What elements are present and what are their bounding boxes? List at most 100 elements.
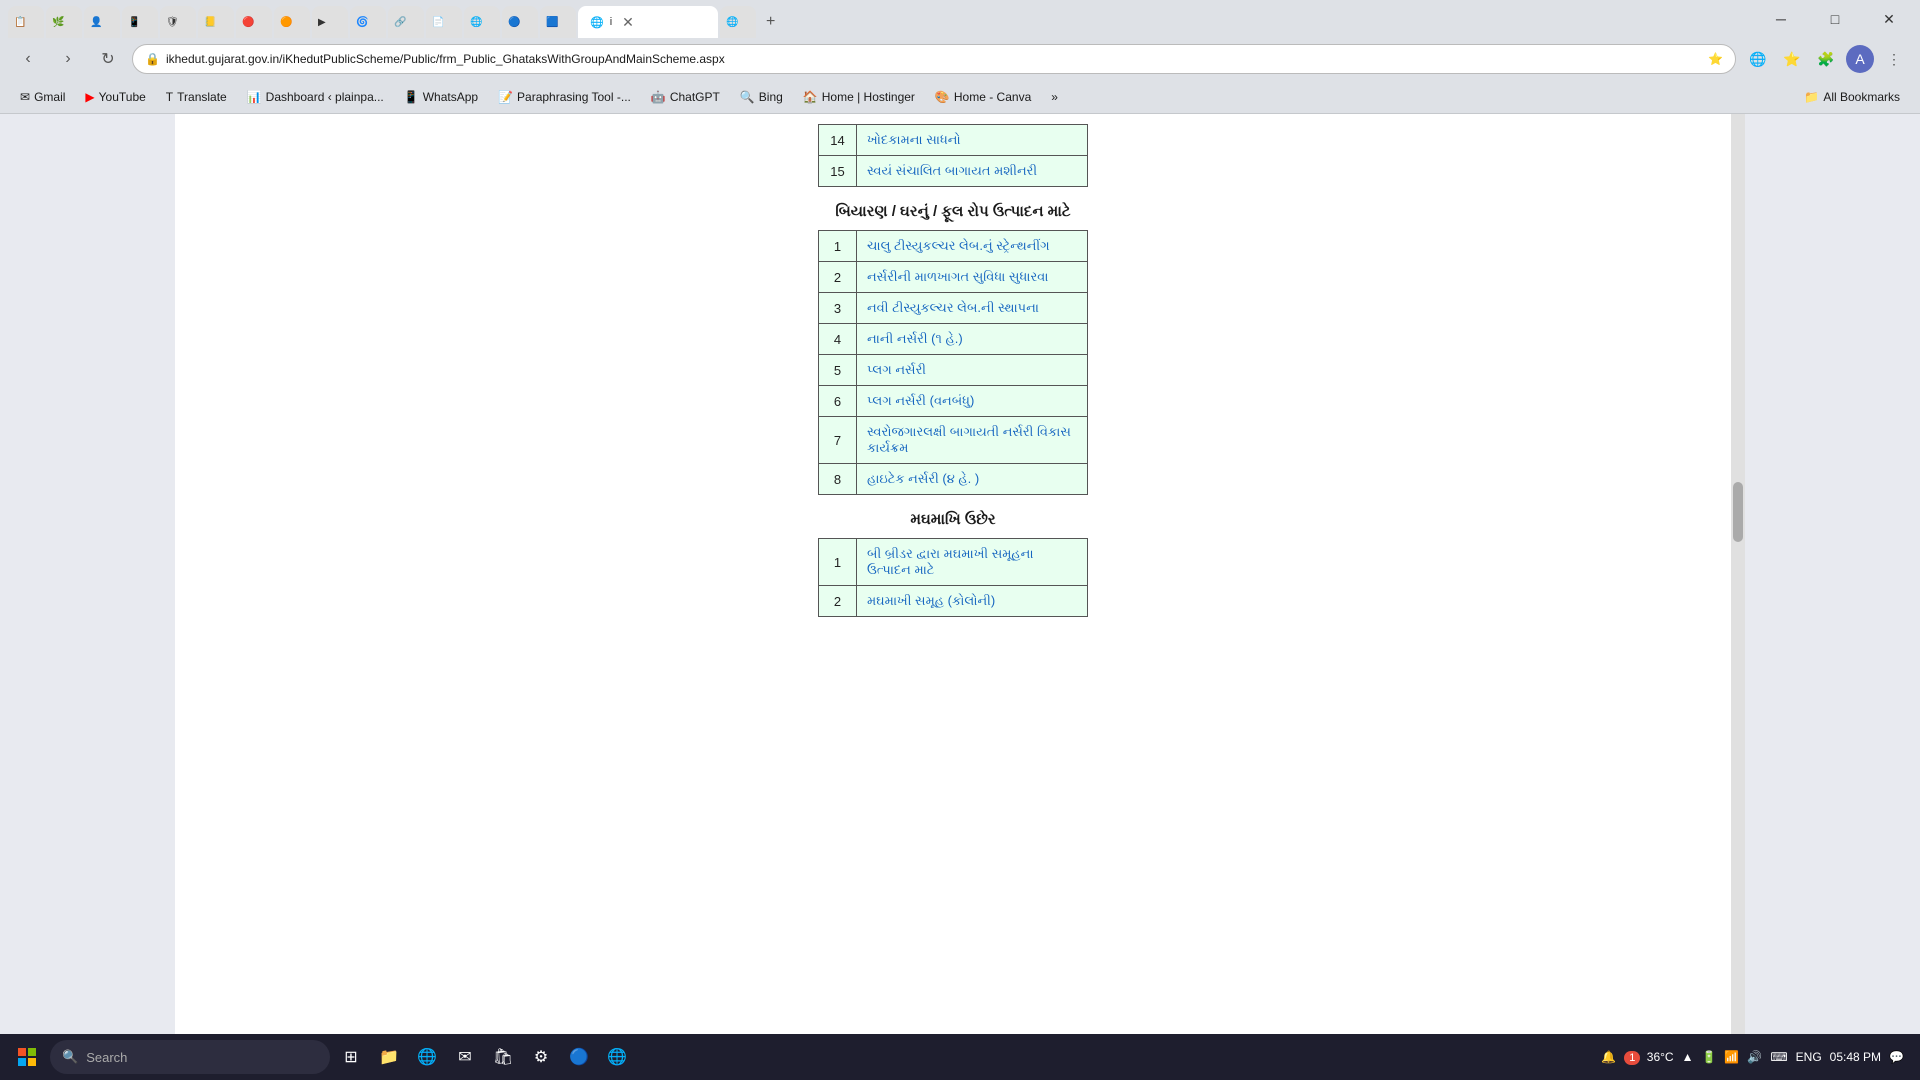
tab-item[interactable]: 🔗 <box>388 6 424 38</box>
row-number: 8 <box>819 464 857 495</box>
battery-icon: 🔋 <box>1701 1050 1716 1064</box>
table-row: 2 નર્સરીની માળખાગત સુવિધા સુધારવા <box>819 262 1088 293</box>
mail-taskbar-icon[interactable]: ✉ <box>448 1038 482 1076</box>
bookmark-translate[interactable]: T Translate <box>158 88 235 106</box>
bookmark-gmail[interactable]: ✉ Gmail <box>12 88 73 106</box>
tab-item[interactable]: 🟦 <box>540 6 576 38</box>
forward-button[interactable]: › <box>52 43 84 75</box>
back-button[interactable]: ‹ <box>12 43 44 75</box>
tab-item[interactable]: 📱 <box>122 6 158 38</box>
scrollbar[interactable] <box>1731 114 1745 1034</box>
right-sidebar <box>1745 114 1920 1034</box>
file-explorer-icon[interactable]: 📁 <box>372 1038 406 1076</box>
youtube-icon: ▶ <box>85 90 94 104</box>
bookmarks-more-button[interactable]: » <box>1043 88 1066 106</box>
row-text[interactable]: બી બ્રીડર દ્વારા મઘમાખી સમૂહના ઉત્પાદન મ… <box>857 539 1088 586</box>
row-text[interactable]: સ્વયં સંચાલિત બાગાયત મશીનરી <box>857 156 1088 187</box>
bookmark-youtube[interactable]: ▶ YouTube <box>77 88 153 106</box>
row-text[interactable]: પ્લગ નર્સરી <box>857 355 1088 386</box>
tab-bar: 📋 🌿 👤 📱 🛡 📒 🔴 🟠 ▶ 🌀 🔗 📄 🌐 🔵 🟦 🌐 i ✕ <box>8 0 1752 38</box>
notification-icon[interactable]: 🔔 <box>1601 1050 1616 1064</box>
menu-icon[interactable]: ⋮ <box>1880 45 1908 73</box>
chrome-taskbar-icon[interactable]: 🔵 <box>562 1038 596 1076</box>
row-number: 15 <box>819 156 857 187</box>
minimize-button[interactable]: ─ <box>1758 3 1804 35</box>
taskbar-search[interactable]: 🔍 Search <box>50 1040 330 1074</box>
scrollbar-thumb[interactable] <box>1733 482 1743 542</box>
table-row: 4 નાની નર્સરી (૧ હે.) <box>819 324 1088 355</box>
start-button[interactable] <box>8 1038 46 1076</box>
tab-item[interactable]: 🛡 <box>160 6 196 38</box>
row-text[interactable]: નવી ટીસ્યુકલ્ચર લેબ.ની સ્થાપના <box>857 293 1088 324</box>
bookmark-paraphrasing[interactable]: 📝 Paraphrasing Tool -... <box>490 88 639 106</box>
tab-item[interactable]: 📋 <box>8 6 44 38</box>
row-number: 6 <box>819 386 857 417</box>
table-row: 5 પ્લગ નર્સરી <box>819 355 1088 386</box>
gmail-icon: ✉ <box>20 90 30 104</box>
chatgpt-icon: 🤖 <box>651 90 666 104</box>
row-text[interactable]: સ્વરોજગારલક્ષી બાગાયતી નર્સરી વિકાસ કાર્… <box>857 417 1088 464</box>
row-number: 1 <box>819 539 857 586</box>
browser-taskbar-icon[interactable]: 🌐 <box>410 1038 444 1076</box>
address-bar: ‹ › ↻ 🔒 ikhedut.gujarat.gov.in/iKhedutPu… <box>0 38 1920 80</box>
close-button[interactable]: ✕ <box>1866 3 1912 35</box>
row-text[interactable]: નાની નર્સરી (૧ હે.) <box>857 324 1088 355</box>
bookmark-hostinger[interactable]: 🏠 Home | Hostinger <box>795 88 923 106</box>
bookmark-dashboard[interactable]: 📊 Dashboard ‹ plainpa... <box>239 88 392 106</box>
tab-item[interactable]: ▶ <box>312 6 348 38</box>
tab-item[interactable]: 🌐 <box>720 6 756 38</box>
row-number: 4 <box>819 324 857 355</box>
bookmark-whatsapp[interactable]: 📱 WhatsApp <box>396 88 486 106</box>
table-row: 8 હાઇટેક નર્સરી (૪ હે. ) <box>819 464 1088 495</box>
tab-close-button[interactable]: ✕ <box>622 14 634 31</box>
profile-icon[interactable]: A <box>1846 45 1874 73</box>
bookmark-bing[interactable]: 🔍 Bing <box>732 88 791 106</box>
row-text[interactable]: નર્સરીની માળખાગત સુવિધા સુધારવા <box>857 262 1088 293</box>
tab-active[interactable]: 🌐 i ✕ <box>578 6 718 38</box>
left-sidebar <box>0 114 175 1034</box>
dashboard-icon: 📊 <box>247 90 262 104</box>
tab-item[interactable]: 📄 <box>426 6 462 38</box>
bookmark-chatgpt[interactable]: 🤖 ChatGPT <box>643 88 728 106</box>
system-tray: 🔔 1 36°C ▲ 🔋 📶 🔊 ⌨ ENG 05:48 PM 💬 <box>1593 1050 1912 1064</box>
system-icons[interactable]: ▲ <box>1682 1050 1694 1064</box>
tab-item[interactable]: 👤 <box>84 6 120 38</box>
page-body: 1 4 ખોદકામના સાધનો 15 સ્વયં સંચાલિત બાગાય… <box>653 114 1253 1034</box>
extensions-icon[interactable]: 🧩 <box>1812 45 1840 73</box>
edge-taskbar-icon[interactable]: 🌐 <box>600 1038 634 1076</box>
notification-center[interactable]: 💬 <box>1889 1050 1904 1064</box>
row-number: 7 <box>819 417 857 464</box>
canva-icon: 🎨 <box>935 90 950 104</box>
row-text[interactable]: હાઇટેક નર્સરી (૪ હે. ) <box>857 464 1088 495</box>
row-text[interactable]: ચાલુ ટીસ્યુકલ્ચર લેબ.નું સ્ટ્રેન્થનીંગ <box>857 231 1088 262</box>
url-bar[interactable]: 🔒 ikhedut.gujarat.gov.in/iKhedutPublicSc… <box>132 44 1736 74</box>
clock: 05:48 PM <box>1830 1050 1881 1064</box>
hostinger-icon: 🏠 <box>803 90 818 104</box>
tab-item[interactable]: 🟠 <box>274 6 310 38</box>
row-text[interactable]: ખોદકામના સાધનો <box>857 125 1088 156</box>
all-bookmarks-button[interactable]: 📁 All Bookmarks <box>1796 88 1908 106</box>
row-number: 1 <box>819 231 857 262</box>
tab-item[interactable]: 📒 <box>198 6 234 38</box>
table-1: 14 ખોદકામના સાધનો 15 સ્વયં સંચાલિત બાગાય… <box>818 124 1088 187</box>
tab-item[interactable]: 🌐 <box>464 6 500 38</box>
store-taskbar-icon[interactable]: 🛍 <box>486 1038 520 1076</box>
translate-icon[interactable]: 🌐 <box>1744 45 1772 73</box>
wifi-icon: 📶 <box>1724 1050 1739 1064</box>
bookmark-icon[interactable]: ⭐ <box>1778 45 1806 73</box>
tab-item[interactable]: 🌿 <box>46 6 82 38</box>
reload-button[interactable]: ↻ <box>92 43 124 75</box>
task-view-button[interactable]: ⊞ <box>334 1038 368 1076</box>
tab-item[interactable]: 🔵 <box>502 6 538 38</box>
tab-item[interactable]: 🔴 <box>236 6 272 38</box>
keyboard-icon: ⌨ <box>1770 1050 1787 1064</box>
tab-item[interactable]: 🌀 <box>350 6 386 38</box>
main-content: 1 4 ખોદકામના સાધનો 15 સ્વયં સંચાલિત બાગાય… <box>175 114 1731 1034</box>
table-row: 1 ચાલુ ટીસ્યુકલ્ચર લેબ.નું સ્ટ્રેન્થનીંગ <box>819 231 1088 262</box>
row-text[interactable]: મઘમાખી સમૂહ (કોલોની) <box>857 586 1088 617</box>
maximize-button[interactable]: □ <box>1812 3 1858 35</box>
new-tab-button[interactable]: + <box>758 6 790 38</box>
bookmark-canva[interactable]: 🎨 Home - Canva <box>927 88 1039 106</box>
settings-taskbar-icon[interactable]: ⚙ <box>524 1038 558 1076</box>
row-text[interactable]: પ્લગ નર્સરી (વનબંધુ) <box>857 386 1088 417</box>
